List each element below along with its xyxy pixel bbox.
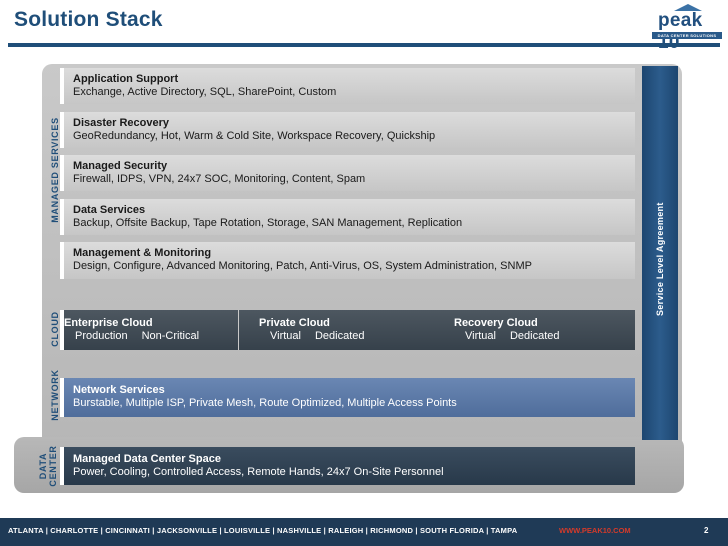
data-center-box: Managed Data Center Space Power, Cooling… [60,447,635,485]
service-description: Design, Configure, Advanced Monitoring, … [73,260,532,272]
cloud-option: Non-Critical [141,330,200,342]
peak10-logo: peak 10 DATA CENTER SOLUTIONS [652,4,722,53]
cloud-private: Private Cloud Virtual Dedicated [259,310,439,350]
cloud-box: Enterprise Cloud Production Non-Critical … [60,310,635,350]
side-label-network: NETWORK [50,369,60,421]
service-title: Application Support [73,73,179,85]
cloud-option: Virtual [465,330,496,342]
side-label-data-center: DATA CENTER [38,445,58,487]
cloud-option: Dedicated [509,330,560,342]
managed-service-box: Managed Security Firewall, IDPS, VPN, 24… [60,155,635,191]
sla-label: Service Level Agreement [655,202,665,316]
service-description: Backup, Offsite Backup, Tape Rotation, S… [73,217,463,229]
network-description: Burstable, Multiple ISP, Private Mesh, R… [73,397,457,409]
cloud-enterprise: Enterprise Cloud Production Non-Critical [64,310,239,350]
service-title: Disaster Recovery [73,117,170,129]
network-box: Network Services Burstable, Multiple ISP… [60,378,635,417]
managed-service-box: Management & Monitoring Design, Configur… [60,242,635,279]
page-number: 2 [704,526,709,535]
header-divider [8,43,720,47]
service-description: GeoRedundancy, Hot, Warm & Cold Site, Wo… [73,130,436,142]
side-label-cloud: CLOUD [50,311,60,347]
data-center-description: Power, Cooling, Controlled Access, Remot… [73,466,444,478]
managed-service-box: Disaster Recovery GeoRedundancy, Hot, Wa… [60,112,635,148]
cloud-option: Virtual [270,330,301,342]
footer-cities: ATLANTA | CHARLOTTE | CINCINNATI | JACKS… [8,526,518,535]
cloud-option: Dedicated [314,330,365,342]
cloud-option: Production [75,330,128,342]
cloud-title: Recovery Cloud [454,317,538,329]
footer-bar: ATLANTA | CHARLOTTE | CINCINNATI | JACKS… [0,518,728,546]
logo-tagline: DATA CENTER SOLUTIONS [652,32,722,39]
service-title: Managed Security [73,160,168,172]
managed-service-box: Application Support Exchange, Active Dir… [60,68,635,104]
cloud-recovery: Recovery Cloud Virtual Dedicated [454,310,634,350]
data-center-title: Managed Data Center Space [73,453,221,465]
side-label-managed-services: MANAGED SERVICES [50,117,60,223]
service-title: Management & Monitoring [73,247,212,259]
network-title: Network Services [73,384,165,396]
page-title: Solution Stack [14,8,163,31]
footer-website-link[interactable]: WWW.PEAK10.COM [559,526,631,535]
service-description: Firewall, IDPS, VPN, 24x7 SOC, Monitorin… [73,173,366,185]
cloud-title: Private Cloud [259,317,330,329]
cloud-title: Enterprise Cloud [64,317,153,329]
service-title: Data Services [73,204,146,216]
managed-service-box: Data Services Backup, Offsite Backup, Ta… [60,199,635,235]
service-description: Exchange, Active Directory, SQL, SharePo… [73,86,337,98]
